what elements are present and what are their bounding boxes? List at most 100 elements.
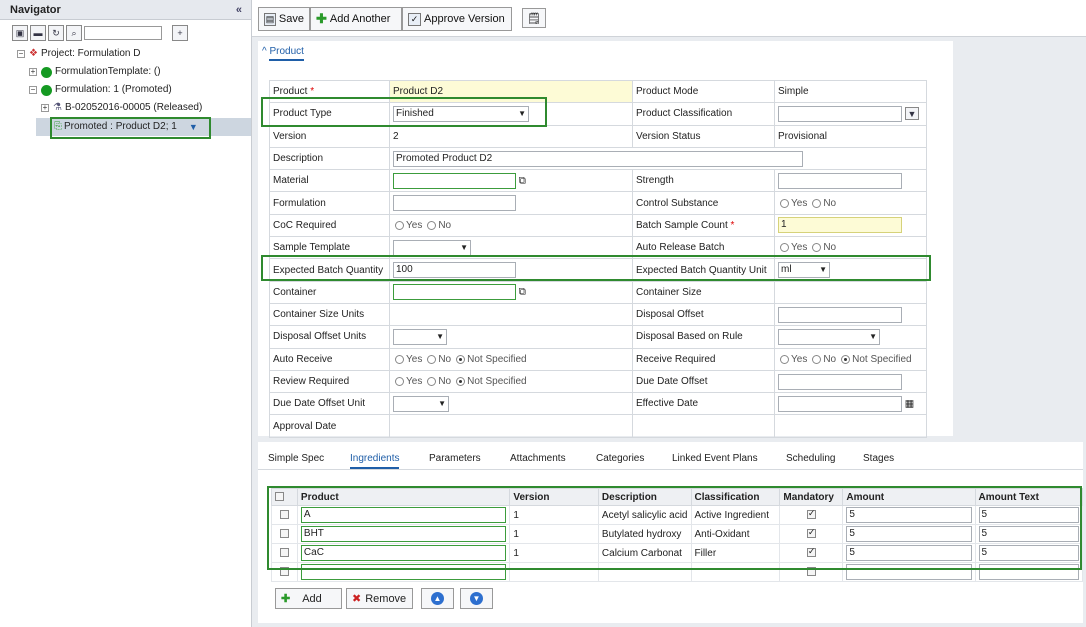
review-not-specified-radio[interactable] [456,376,466,386]
tab-categories[interactable]: Categories [596,453,644,464]
column-header[interactable]: Amount [842,488,976,506]
open-link-icon[interactable]: ⧉ [519,287,526,298]
select-all-checkbox[interactable] [271,488,298,506]
tree-node-formulation[interactable]: − Formulation: 1 (Promoted) [29,82,172,98]
auto-release-no-radio[interactable] [812,243,822,253]
refresh-icon[interactable]: ↻ [48,25,64,41]
calendar-icon[interactable]: ▦ [905,398,914,409]
receive-yes-radio[interactable] [780,354,789,364]
new-item-icon[interactable]: + [172,25,188,41]
expand-toggle-icon[interactable]: + [29,68,37,76]
tab-simple-spec[interactable]: Simple Spec [268,453,324,464]
remove-row-button[interactable]: ✖ Remove [346,588,413,609]
receive-no-radio[interactable] [812,354,822,364]
column-header[interactable]: Version [509,488,599,506]
collapse-icon[interactable]: « [236,0,242,20]
product-input[interactable]: CaC [300,545,507,561]
control-no-radio[interactable] [812,198,822,208]
material-input[interactable] [393,172,516,189]
auto-release-yes-radio[interactable] [780,243,789,253]
disposal-rule-select[interactable]: ▼ [778,328,880,345]
navigator-toolbar: ▣ ▬ ↻ ⌕ + [12,25,188,41]
strength-input[interactable] [778,172,902,189]
product-input[interactable]: A [300,507,507,523]
row-checkbox[interactable] [279,529,289,539]
amount-text-input[interactable]: 5 [978,507,1079,523]
product-value[interactable]: Product D2 [389,79,633,104]
coc-no-radio[interactable] [427,220,437,230]
move-up-button[interactable]: ▲ [421,588,454,609]
dropdown-icon[interactable]: ▼ [905,107,919,121]
tab-stages[interactable]: Stages [863,453,894,464]
disposal-offset-input[interactable] [778,306,902,323]
formulation-input[interactable] [393,195,516,212]
tree-node-project[interactable]: − ❖ Project: Formulation D [17,46,140,62]
add-another-button[interactable]: ✚ Add Another [310,7,402,31]
column-header[interactable]: Product [296,488,511,506]
section-header[interactable]: ^ Product [262,46,304,61]
dropdown-icon[interactable]: ▼ [189,119,198,135]
tab-attachments[interactable]: Attachments [510,453,566,464]
open-link-icon[interactable]: ⧉ [519,175,526,186]
due-date-offset-input[interactable] [778,373,902,390]
collapse-all-icon[interactable]: ▬ [30,25,46,41]
amount-text-input[interactable]: 5 [978,526,1079,542]
tab-linked-event-plans[interactable]: Linked Event Plans [672,453,758,464]
column-header[interactable]: Classification [690,488,781,506]
expand-toggle-icon[interactable]: + [41,104,49,112]
approve-version-button[interactable]: ✓ Approve Version [402,7,512,31]
description-input[interactable]: Promoted Product D2 [393,150,803,167]
disposal-offset-units-select[interactable]: ▼ [393,328,447,345]
sample-template-select[interactable]: ▼ [393,239,471,256]
collapse-toggle-icon[interactable]: − [29,86,37,94]
tree-node-formulation-template[interactable]: + FormulationTemplate: () [29,64,161,80]
amount-input[interactable]: 5 [846,545,972,561]
move-down-button[interactable]: ▼ [460,588,493,609]
save-button[interactable]: ▤ Save [258,7,310,31]
amount-text-input[interactable] [978,564,1079,580]
auto-receive-no-radio[interactable] [427,354,437,364]
column-header[interactable]: Mandatory [779,488,844,506]
mandatory-checkbox[interactable] [806,546,816,558]
note-button[interactable]: 🗒 [522,8,546,28]
mandatory-checkbox[interactable] [806,527,816,539]
receive-not-specified-radio[interactable] [841,354,851,364]
ebq-unit-select[interactable]: ml ▼ [778,262,830,279]
mandatory-checkbox[interactable] [806,567,816,577]
review-yes-radio[interactable] [395,376,404,386]
search-icon[interactable]: ⌕ [66,25,82,41]
amount-input[interactable] [846,564,972,580]
tab-parameters[interactable]: Parameters [429,453,481,464]
amount-input[interactable]: 5 [846,507,972,523]
tree-node-promoted-product[interactable]: ⎘ Promoted : Product D2; 1 ▼ [54,119,198,135]
row-checkbox[interactable] [279,510,289,520]
batch-sample-count-input[interactable]: 1 [778,217,902,234]
amount-text-input[interactable]: 5 [978,545,1079,561]
amount-input[interactable]: 5 [846,526,972,542]
coc-yes-radio[interactable] [395,220,404,230]
auto-receive-yes-radio[interactable] [395,354,404,364]
add-row-button[interactable]: ✚ Add [275,588,342,609]
row-checkbox[interactable] [279,548,289,558]
expected-batch-quantity-input[interactable]: 100 [393,262,516,279]
row-checkbox[interactable] [279,567,289,577]
review-no-radio[interactable] [427,376,437,386]
product-classification-select[interactable] [778,105,902,122]
product-input[interactable] [300,564,507,580]
effective-date-input[interactable] [778,395,902,412]
due-date-offset-unit-select[interactable]: ▼ [393,395,449,412]
product-input[interactable]: BHT [300,526,507,542]
auto-receive-not-specified-radio[interactable] [456,354,466,364]
container-input[interactable] [393,284,516,301]
expand-all-icon[interactable]: ▣ [12,25,28,41]
navigator-search-input[interactable] [84,26,162,40]
tab-ingredients[interactable]: Ingredients [350,453,400,469]
mandatory-checkbox[interactable] [806,508,816,520]
tree-node-batch[interactable]: + ⚗ B-02052016-00005 (Released) [41,100,202,116]
product-type-select[interactable]: Finished ▼ [393,105,529,122]
control-yes-radio[interactable] [780,198,789,208]
column-header[interactable]: Amount Text [974,488,1084,506]
collapse-toggle-icon[interactable]: − [17,50,25,58]
tab-scheduling[interactable]: Scheduling [786,453,835,464]
column-header[interactable]: Description [597,488,692,506]
